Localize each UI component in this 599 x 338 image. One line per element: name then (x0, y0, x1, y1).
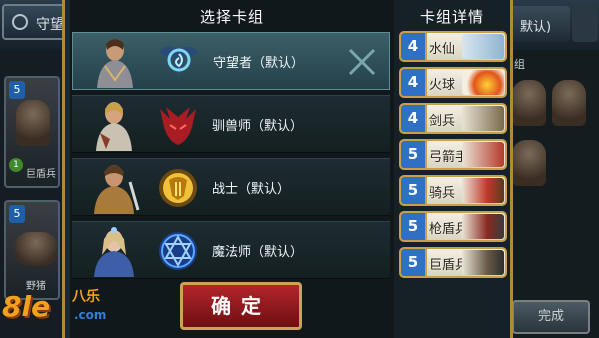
card-name: 剑兵 (429, 114, 456, 129)
background-tab-label: 守望 (36, 17, 64, 33)
card-cost: 5 (401, 177, 427, 204)
background-right-tab[interactable]: 默认) (510, 6, 570, 42)
deck-row-mage[interactable]: 魔法师（默认） (72, 221, 390, 279)
card-art-icon (462, 214, 504, 239)
background-card-level: 1 (9, 158, 23, 172)
card-row[interactable]: 5 骑兵 (399, 175, 507, 206)
background-card-cost: 5 (9, 205, 25, 223)
card-cost: 5 (401, 213, 427, 240)
background-card-name: 巨盾兵 (26, 169, 56, 180)
card-art-icon (462, 106, 504, 131)
close-icon[interactable] (347, 47, 377, 77)
background-card[interactable]: 5 1 巨盾兵 (4, 76, 60, 188)
watermark-text: 8le (2, 290, 51, 323)
deck-tab-icon (12, 14, 28, 30)
soldier-figure-icon (16, 100, 50, 146)
card-row[interactable]: 4 水仙 (399, 31, 507, 62)
soldier-figure-icon (512, 140, 546, 186)
card-row[interactable]: 5 枪盾兵 (399, 211, 507, 242)
hero-portrait (94, 165, 140, 214)
done-button[interactable]: 完成 (512, 300, 590, 334)
watcher-emblem-icon (159, 46, 199, 78)
background-card-cost: 5 (9, 81, 25, 99)
card-cost: 4 (401, 105, 427, 132)
card-cost: 4 (401, 33, 427, 60)
background-edit-button[interactable] (572, 6, 598, 42)
deck-name: 守望者（默认） (213, 56, 305, 71)
soldier-figure-icon (552, 80, 586, 126)
card-name: 水仙 (429, 42, 456, 57)
warrior-emblem-icon (159, 169, 197, 207)
card-cost: 5 (401, 141, 427, 168)
card-art-icon (462, 142, 504, 167)
mage-emblem-icon (159, 232, 197, 270)
confirm-button[interactable]: 确定 (180, 282, 302, 330)
deck-name: 魔法师（默认） (212, 245, 304, 260)
deck-detail-title: 卡组详情 (419, 8, 484, 26)
card-art-icon (462, 34, 504, 59)
background-section-label: 组 (514, 58, 525, 71)
hero-portrait (96, 102, 132, 151)
deck-row-watcher[interactable]: 守望者（默认） (72, 32, 390, 90)
deck-name: 战士（默认） (212, 182, 291, 197)
card-cost: 5 (401, 249, 427, 276)
boar-figure-icon (14, 232, 58, 266)
hero-portrait (94, 227, 134, 277)
card-art-icon (462, 178, 504, 203)
card-cost: 4 (401, 69, 427, 96)
beastmaster-emblem-icon (160, 107, 196, 145)
card-row[interactable]: 5 弓箭手 (399, 139, 507, 170)
card-row[interactable]: 5 巨盾兵 (399, 247, 507, 278)
card-row[interactable]: 4 火球 (399, 67, 507, 98)
card-art-icon (462, 250, 504, 275)
watermark-domain: .com (74, 308, 107, 322)
soldier-figure-icon (512, 80, 546, 126)
card-name: 骑兵 (429, 186, 456, 201)
deck-row-beastmaster[interactable]: 驯兽师（默认） (72, 95, 390, 153)
deck-name: 驯兽师（默认） (212, 119, 304, 134)
deck-list-title: 选择卡组 (199, 8, 264, 26)
watermark-subtext: 八乐 (72, 289, 100, 305)
card-art-icon (462, 70, 504, 95)
hero-portrait (97, 39, 133, 88)
watermark-logo: 8le 八乐 .com (2, 284, 132, 334)
card-name: 火球 (429, 78, 456, 93)
deck-row-warrior[interactable]: 战士（默认） (72, 158, 390, 216)
background-right-tab-label: 默认) (520, 20, 552, 35)
card-row[interactable]: 4 剑兵 (399, 103, 507, 134)
